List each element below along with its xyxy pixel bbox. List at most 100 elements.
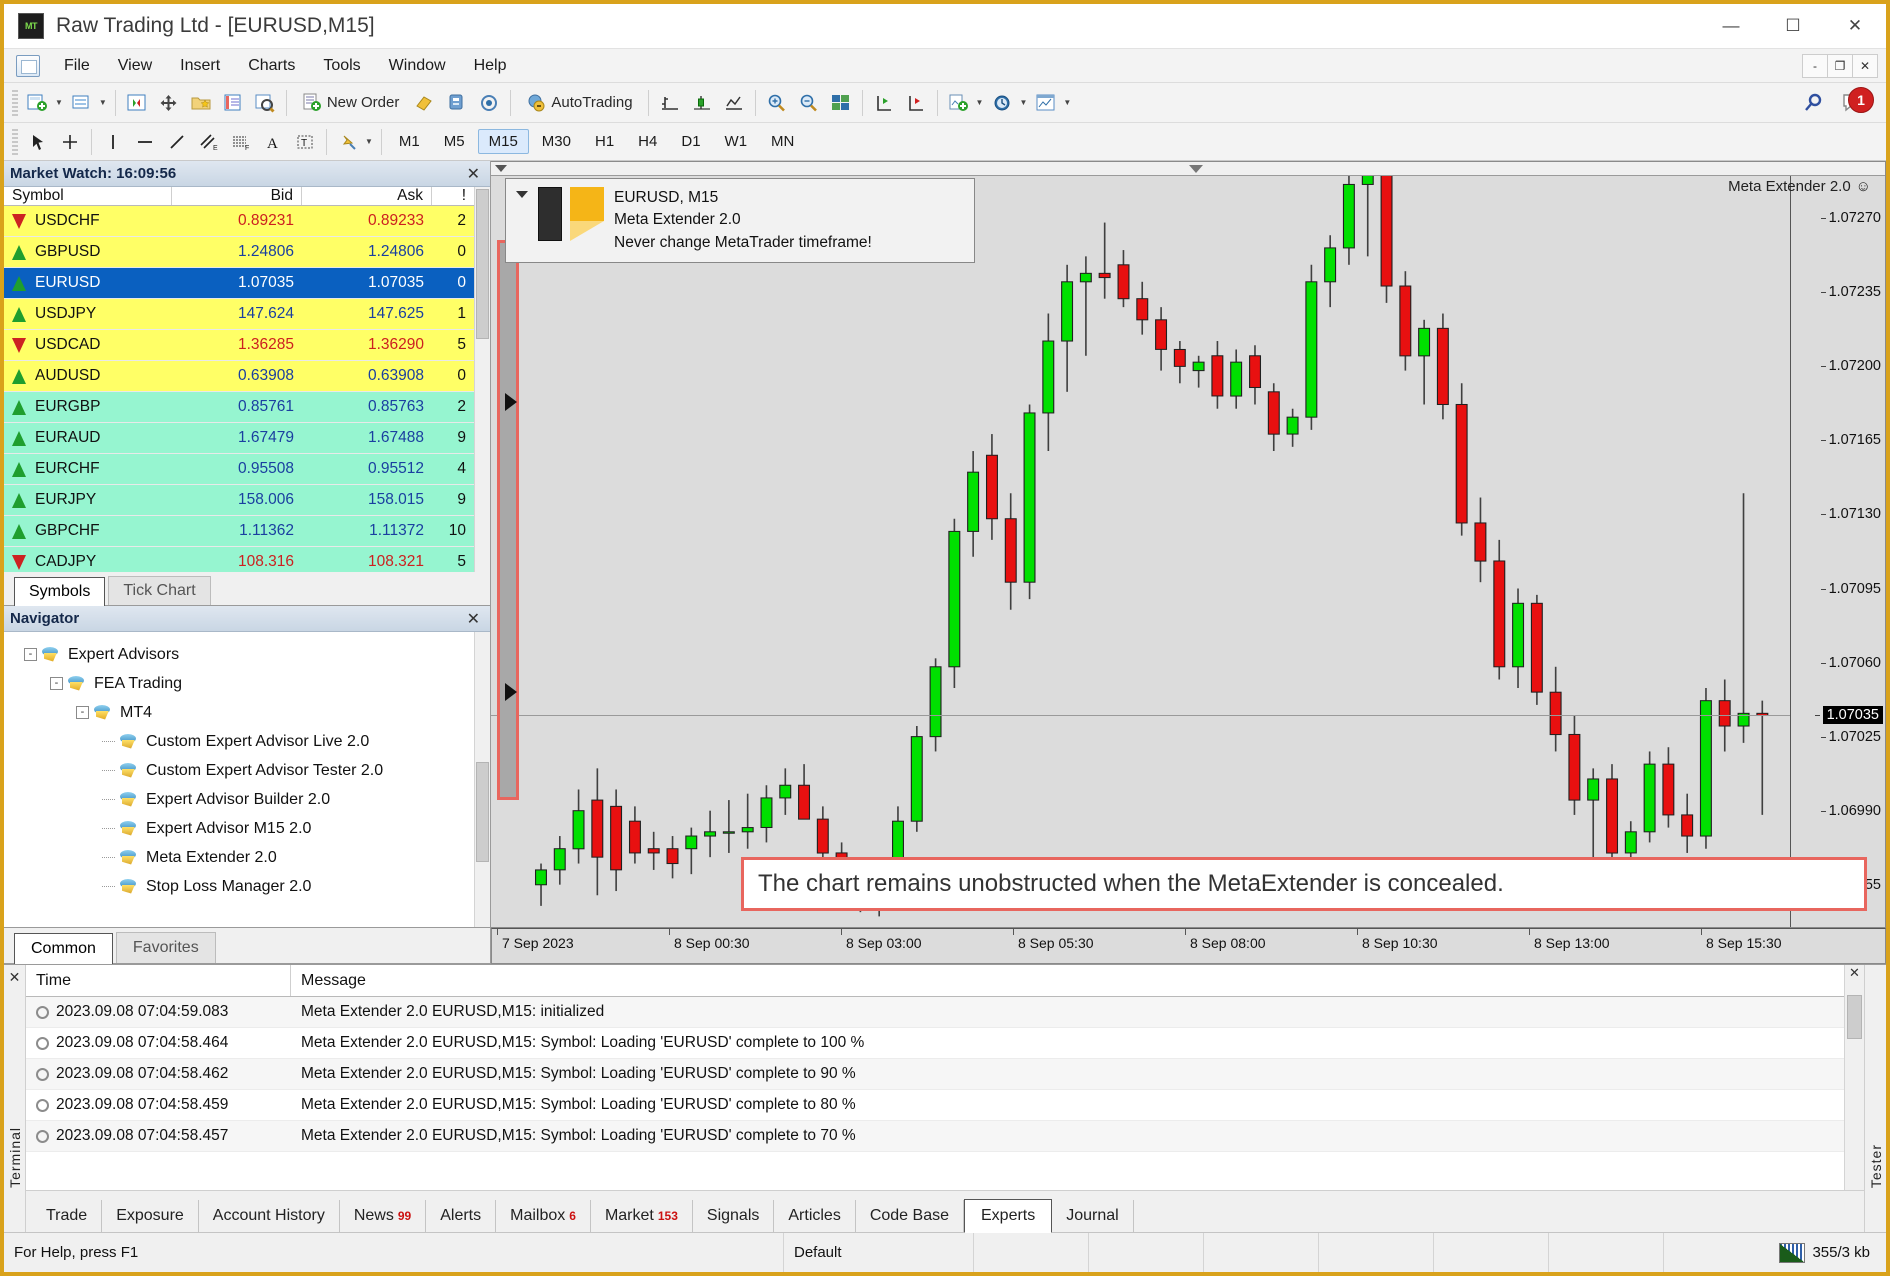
mdi-app-icon[interactable] [16,54,40,77]
strategy-tester-icon[interactable] [250,88,280,118]
market-watch-row[interactable]: EURGBP 0.85761 0.85763 2 [4,392,474,423]
status-traffic[interactable]: 355/3 kb [1779,1242,1886,1263]
log-column-message[interactable]: Message [291,965,1844,996]
data-window-icon[interactable] [154,88,184,118]
metaextender-expand-icon-top[interactable] [505,393,517,411]
horizontal-line-tool-icon[interactable] [130,127,160,157]
log-scroll-thumb[interactable] [1847,995,1862,1039]
maximize-button[interactable]: ☐ [1762,4,1824,48]
market-watch-row[interactable]: USDCHF 0.89231 0.89233 2 [4,206,474,237]
navigator-tree-item[interactable]: Expert Advisor M15 2.0 [8,814,474,843]
market-watch-row[interactable]: AUDUSD 0.63908 0.63908 0 [4,361,474,392]
profiles-icon[interactable] [67,88,97,118]
timeframe-m1[interactable]: M1 [388,129,431,154]
navigator-scroll-thumb[interactable] [476,762,489,862]
menu-item-file[interactable]: File [50,53,104,79]
market-watch-row[interactable]: USDJPY 147.624 147.625 1 [4,299,474,330]
log-row[interactable]: 2023.09.08 07:04:58.464 Meta Extender 2.0… [26,1028,1844,1059]
period-dropdown-icon[interactable]: ▼ [1019,98,1027,107]
autotrading-button[interactable]: AutoTrading [517,88,641,118]
metaextender-expand-icon-bottom[interactable] [505,683,517,701]
templates-dropdown-icon[interactable]: ▼ [1063,98,1071,107]
vertical-line-tool-icon[interactable] [98,127,128,157]
add-indicator-dropdown-icon[interactable]: ▼ [976,98,984,107]
tester-side-label[interactable]: Tester [1868,1144,1884,1188]
terminal-tab-experts[interactable]: Experts [964,1199,1053,1233]
auto-scroll-icon[interactable] [901,88,931,118]
navigator-tree-item[interactable]: - FEA Trading [8,669,474,698]
log-column-time[interactable]: Time [26,965,291,996]
mdi-close-button[interactable]: ✕ [1852,53,1878,78]
terminal-close-icon[interactable]: ✕ [9,969,21,986]
signals-icon[interactable] [474,88,504,118]
timeframe-mn[interactable]: MN [760,129,805,154]
navigator-icon[interactable] [186,88,216,118]
timeframe-h4[interactable]: H4 [627,129,668,154]
log-scroll-close-icon[interactable]: ✕ [1845,965,1864,981]
log-row[interactable]: 2023.09.08 07:04:58.457 Meta Extender 2.0… [26,1121,1844,1152]
market-watch-row[interactable]: GBPUSD 1.24806 1.24806 0 [4,237,474,268]
menu-item-charts[interactable]: Charts [234,53,309,79]
market-watch-scrollbar[interactable] [474,187,490,572]
tab-common[interactable]: Common [14,933,113,964]
zoom-out-icon[interactable] [794,88,824,118]
column-ask[interactable]: Ask [302,187,432,205]
equidistant-channel-tool-icon[interactable]: E [194,127,224,157]
chart-tools-grip[interactable] [12,128,18,155]
candlestick-chart-icon[interactable] [687,88,717,118]
log-row[interactable]: 2023.09.08 07:04:58.459 Meta Extender 2.0… [26,1090,1844,1121]
terminal-tab-account-history[interactable]: Account History [199,1200,340,1232]
zoom-in-icon[interactable] [762,88,792,118]
menu-item-tools[interactable]: Tools [309,53,374,79]
metaextender-collapsed-strip[interactable] [497,240,519,800]
experts-log-scrollbar[interactable]: ✕ [1844,965,1864,1190]
new-chart-icon[interactable] [23,88,53,118]
log-row[interactable]: 2023.09.08 07:04:58.462 Meta Extender 2.0… [26,1059,1844,1090]
messages-icon[interactable]: 1 [1837,86,1874,118]
market-watch-row[interactable]: USDCAD 1.36285 1.36290 5 [4,330,474,361]
tooltip-collapse-icon[interactable] [516,191,528,198]
search-icon[interactable] [1797,88,1829,118]
navigator-tree-item[interactable]: - MT4 [8,698,474,727]
navigator-tree-item[interactable]: Stop Loss Manager 2.0 [8,872,474,901]
market-watch-row[interactable]: EURJPY 158.006 158.015 9 [4,485,474,516]
toolbar-grip[interactable] [12,89,18,116]
navigator-tree-item[interactable]: - Expert Advisors [8,640,474,669]
timeframe-w1[interactable]: W1 [714,129,759,154]
mdi-minimize-button[interactable]: - [1802,53,1828,78]
expert-advisors-icon[interactable] [442,88,472,118]
timeframe-d1[interactable]: D1 [670,129,711,154]
add-indicator-icon[interactable] [944,88,974,118]
tab-symbols[interactable]: Symbols [14,577,106,606]
column-bid[interactable]: Bid [172,187,302,205]
navigator-tree-item[interactable]: Custom Expert Advisor Tester 2.0 [8,756,474,785]
line-chart-icon[interactable] [719,88,749,118]
market-watch-row[interactable]: EURUSD 1.07035 1.07035 0 [4,268,474,299]
navigator-tree-item[interactable]: Custom Expert Advisor Live 2.0 [8,727,474,756]
tree-collapse-icon[interactable]: - [76,706,89,719]
navigator-tree-item[interactable]: Meta Extender 2.0 [8,843,474,872]
text-label-tool-icon[interactable]: T [290,127,320,157]
terminal-tab-market[interactable]: Market 153 [591,1200,693,1232]
timeframe-m30[interactable]: M30 [531,129,582,154]
terminal-tab-exposure[interactable]: Exposure [102,1200,199,1232]
terminal-tab-mailbox[interactable]: Mailbox 6 [496,1200,591,1232]
menu-item-window[interactable]: Window [375,53,460,79]
chart-canvas[interactable]: 1.07270 1.07235 1.07200 1.07165 1.07130 1.070… [491,161,1886,928]
period-icon[interactable] [987,88,1017,118]
chart-scroll-left-icon[interactable] [495,165,507,172]
mdi-restore-button[interactable]: ❐ [1827,53,1853,78]
terminal-tab-news[interactable]: News 99 [340,1200,427,1232]
terminal-tab-trade[interactable]: Trade [32,1200,103,1232]
new-order-button[interactable]: New Order [293,88,409,118]
bar-chart-icon[interactable] [655,88,685,118]
terminal-tab-alerts[interactable]: Alerts [426,1200,497,1232]
log-row[interactable]: 2023.09.08 07:04:59.083 Meta Extender 2.0… [26,997,1844,1028]
timeframe-m15[interactable]: M15 [477,129,529,154]
market-watch-icon[interactable] [122,88,152,118]
terminal-tab-journal[interactable]: Journal [1052,1200,1134,1232]
market-watch-close-icon[interactable]: ✕ [463,164,484,184]
price-axis[interactable]: 1.07270 1.07235 1.07200 1.07165 1.07130 1.070… [1790,176,1885,927]
profiles-dropdown-icon[interactable]: ▼ [99,98,107,107]
fibonacci-tool-icon[interactable]: F [226,127,256,157]
